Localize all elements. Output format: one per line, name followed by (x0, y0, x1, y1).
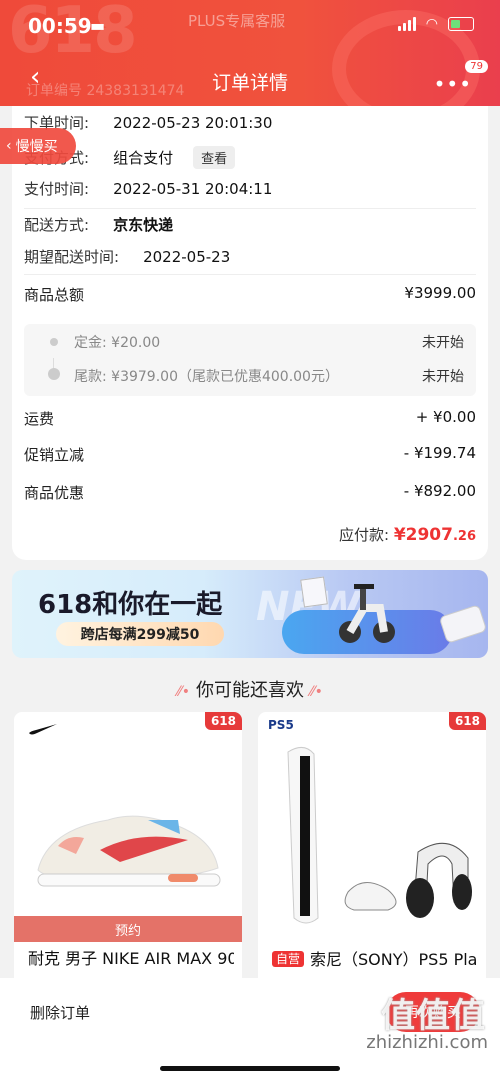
device-image (438, 604, 488, 644)
order-time-value: 2022-05-23 20:01:30 (113, 113, 273, 132)
promo-banner[interactable]: NEW 618和你在一起 跨店每满299减50 (12, 570, 488, 658)
deposit-status: 未开始 (422, 335, 464, 351)
banner-pill: 跨店每满299减50 (56, 622, 224, 646)
deposit-value: ¥20.00 (111, 335, 161, 351)
payable-int: ¥2907 (393, 525, 453, 545)
home-indicator[interactable] (160, 1066, 340, 1071)
expected-label: 期望配送时间: (24, 248, 120, 266)
discount-value: - ¥892.00 (403, 482, 476, 500)
slow-buy-label: 慢慢买 (15, 139, 58, 155)
bottom-bar: 删除订单 再次购买 值值值 zhizhizhi.com (0, 978, 500, 1082)
watermark-logo: 值值值 (381, 996, 486, 1036)
ship-method-value: 京东快递 (113, 216, 174, 234)
decor-icon: ⁄⁄• (177, 684, 190, 700)
slow-buy-float[interactable]: ‹ 慢慢买 (0, 128, 76, 164)
more-icon[interactable]: ••• (434, 72, 472, 96)
final-label: 尾款: (74, 369, 107, 385)
shipping-label: 运费 (24, 410, 55, 428)
ps5-logo: PS5 (268, 718, 294, 732)
pay-time-label: 支付时间: (24, 180, 90, 198)
bed-icon: ▬ (90, 16, 106, 35)
final-row: 尾款: ¥3979.00（尾款已优惠400.00元） (74, 366, 339, 386)
plus-service-text[interactable]: PLUS专属客服 (188, 10, 285, 31)
deposit-box: 定金: ¥20.00 未开始 尾款: ¥3979.00（尾款已优惠400.00元… (24, 324, 476, 396)
final-status: 未开始 (422, 369, 464, 385)
pay-time-row: 支付时间: 2022-05-31 20:04:11 (24, 178, 272, 199)
divider (24, 208, 476, 209)
promo-label: 促销立减 (24, 446, 85, 464)
product-name: 自营索尼（SONY）PS5 PlayStation5光驱版& PULS (272, 948, 478, 971)
deposit-row: 定金: ¥20.00 (74, 332, 160, 352)
expected-row: 期望配送时间: 2022-05-23 (24, 246, 230, 267)
pay-time-value: 2022-05-31 20:04:11 (113, 179, 273, 198)
payable-total: 应付款: ¥2907.26 (339, 524, 476, 545)
status-indicators: ◠ (397, 16, 474, 32)
message-badge: 79 (465, 60, 488, 73)
sneaker-image (37, 815, 221, 887)
divider (24, 274, 476, 275)
wifi-icon: ◠ (425, 16, 438, 32)
deposit-dot (50, 338, 58, 346)
tag-618: 618 (448, 712, 486, 730)
battery-icon (448, 17, 474, 31)
decor-icon: ⁄⁄• (310, 684, 323, 700)
delete-order-button[interactable]: 删除订单 (30, 1002, 90, 1023)
payable-label: 应付款: (338, 526, 390, 544)
chevron-left-icon: ‹ (6, 138, 12, 154)
order-detail-card: 下单时间: 2022-05-23 20:01:30 支付方式: 组合支付 查看 … (12, 106, 488, 560)
tag-618: 618 (204, 712, 242, 730)
scooter-image (339, 584, 395, 643)
status-time: 00:59 (28, 14, 92, 38)
expected-value: 2022-05-23 (143, 247, 231, 266)
self-operated-badge: 自营 (272, 951, 305, 967)
discount-label: 商品优惠 (24, 484, 85, 502)
product-card-nike[interactable]: 618 预约 耐克 男子 NIKE AIR MAX 90 运动鞋 DD8496-… (14, 712, 242, 1002)
ps5-image (287, 747, 472, 924)
header: 618 00:59 ▬ PLUS专属客服 ◠ 订单编号 24383131474 … (0, 0, 500, 106)
shipping-value: + ¥0.00 (415, 408, 476, 426)
product-box-image (300, 576, 328, 608)
final-dot (48, 368, 60, 380)
payable-dec: .26 (452, 529, 476, 544)
signal-icon (397, 17, 416, 31)
recommend-title: 你可能还喜欢 (196, 680, 304, 701)
final-value: ¥3979.00（尾款已优惠400.00元） (111, 369, 339, 385)
ship-method-label: 配送方式: (24, 216, 90, 234)
banner-title: 618和你在一起 (38, 590, 223, 620)
product-name: 耐克 男子 NIKE AIR MAX 90 运动鞋 DD8496-DD84 (28, 949, 234, 968)
recommend-heading: ⁄⁄• 你可能还喜欢 ⁄⁄• (0, 676, 500, 702)
watermark-url: zhizhizhi.com (366, 1032, 488, 1053)
deposit-label: 定金: (74, 335, 107, 351)
promo-value: - ¥199.74 (403, 444, 476, 462)
product-name-text: 索尼（SONY）PS5 PlayStation5光驱版& PULS (310, 950, 478, 969)
product-card-ps5[interactable]: PS5 618 自营索尼（SONY）PS5 PlayStation5光驱版& P… (258, 712, 486, 1002)
nike-logo (29, 724, 57, 735)
total-label: 商品总额 (24, 286, 85, 304)
preorder-badge: 预约 (14, 916, 242, 942)
view-button[interactable]: 查看 (193, 146, 236, 169)
total-value: ¥3999.00 (404, 284, 476, 302)
page-title: 订单详情 (211, 72, 288, 94)
pay-method-value: 组合支付 (113, 149, 174, 167)
ship-method-row: 配送方式: 京东快递 (24, 214, 173, 235)
